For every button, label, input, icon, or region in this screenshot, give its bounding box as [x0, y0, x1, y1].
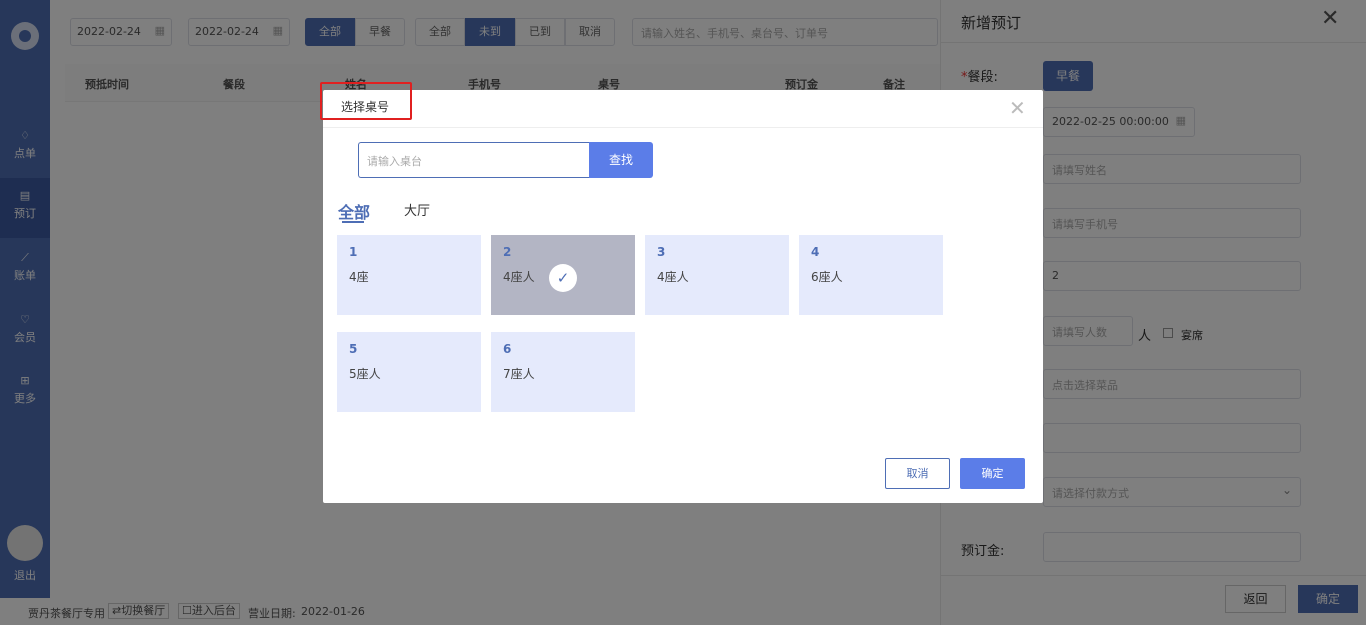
close-icon[interactable]: ✕	[1009, 96, 1026, 120]
table-number: 1	[349, 245, 358, 259]
table-seats: 5座人	[349, 367, 381, 381]
table-card[interactable]: 5 5座人	[337, 332, 481, 412]
check-icon: ✓	[549, 264, 577, 292]
table-seats: 6座人	[811, 270, 843, 284]
table-number: 4	[811, 245, 820, 259]
table-card[interactable]: 4 6座人	[799, 235, 943, 315]
confirm-button[interactable]: 确定	[960, 458, 1025, 489]
table-number: 2	[503, 245, 512, 259]
table-number: 5	[349, 342, 358, 356]
select-table-dialog: 选择桌号 ✕ 请输入桌台 查找 全部 大厅 1 4座 2 4座人 ✓ 3 4座人…	[320, 82, 1043, 503]
cancel-button[interactable]: 取消	[885, 458, 950, 489]
divider	[323, 127, 1043, 128]
table-number: 3	[657, 245, 666, 259]
table-seats: 4座	[349, 270, 369, 284]
table-card[interactable]: 3 4座人	[645, 235, 789, 315]
tab-hall[interactable]: 大厅	[404, 200, 430, 219]
dialog-title: 选择桌号	[341, 100, 390, 114]
table-number: 6	[503, 342, 512, 356]
table-card-selected[interactable]: 2 4座人 ✓	[491, 235, 635, 315]
tab-all[interactable]: 全部	[338, 199, 370, 223]
table-card[interactable]: 6 7座人	[491, 332, 635, 412]
active-tab-indicator	[342, 221, 364, 223]
table-seats: 7座人	[503, 367, 535, 381]
table-card[interactable]: 1 4座	[337, 235, 481, 315]
search-button[interactable]: 查找	[589, 142, 653, 178]
table-search-input[interactable]: 请输入桌台	[358, 142, 589, 178]
table-seats: 4座人	[657, 270, 689, 284]
